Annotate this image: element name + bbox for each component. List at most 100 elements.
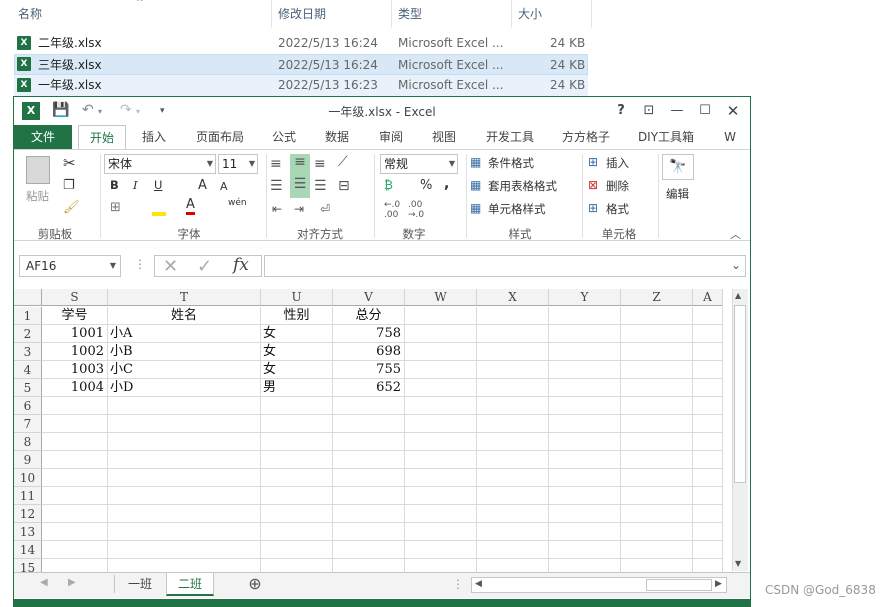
tab-more[interactable]: W [718,125,742,149]
grid-cell[interactable] [693,361,723,379]
data-cell[interactable]: 1001 [42,325,108,343]
row-header[interactable]: 6 [14,397,42,415]
grid-cell[interactable] [333,451,405,469]
row-header[interactable]: 15 [14,559,42,572]
conditional-format-button[interactable]: 条件格式 [488,155,534,171]
grid-cell[interactable] [405,343,477,361]
align-center-icon[interactable]: ☰ [290,176,310,198]
tab-data[interactable]: 数据 [317,125,357,149]
insert-cells-button[interactable]: 插入 [606,155,629,171]
grid-cell[interactable] [405,433,477,451]
increase-decimal-icon[interactable]: ←.0.00 [384,200,400,220]
header-cell[interactable]: 总分 [333,307,405,325]
grid-cell[interactable] [261,541,333,559]
grid-cell[interactable] [261,415,333,433]
row-header[interactable]: 5 [14,379,42,397]
grid-cell[interactable] [477,451,549,469]
underline-button[interactable]: U [154,178,162,192]
grid-cell[interactable] [333,397,405,415]
file-row[interactable]: X 三年级.xlsx 2022/5/13 16:24 Microsoft Exc… [14,54,588,75]
paste-icon[interactable] [26,156,50,184]
data-cell[interactable]: 小A [108,325,261,343]
grid-cell[interactable] [549,469,621,487]
font-size-combo[interactable]: 11 ▼ [218,154,258,174]
grid-cell[interactable] [549,523,621,541]
scroll-up-icon[interactable]: ▲ [735,291,741,300]
decrease-decimal-icon[interactable]: .00 →.0 [408,200,424,220]
grid-cell[interactable] [549,325,621,343]
chevron-down-icon[interactable]: ⌄ [731,258,741,272]
grid-cell[interactable] [693,325,723,343]
add-sheet-button[interactable]: ⊕ [240,573,270,596]
grid-cell[interactable] [621,487,693,505]
grid-cell[interactable] [693,379,723,397]
enter-icon[interactable]: ✓ [197,256,212,277]
merge-center-icon[interactable]: ⊟ [338,178,350,194]
grid-cell[interactable] [42,433,108,451]
grid-cell[interactable] [261,397,333,415]
delete-cells-button[interactable]: 删除 [606,178,629,194]
grid-cell[interactable] [621,361,693,379]
grid-cell[interactable] [108,523,261,541]
tab-ffcell[interactable]: 方方格子 [554,125,618,149]
grid-cell[interactable] [621,415,693,433]
grid-cell[interactable] [621,397,693,415]
grid-cell[interactable] [549,541,621,559]
grid-cell[interactable] [333,523,405,541]
percent-button[interactable]: % [420,178,432,193]
sheet-tab[interactable]: 一班 [118,573,162,596]
scroll-down-icon[interactable]: ▼ [735,559,741,568]
horizontal-scrollbar[interactable]: ◀ ▶ [471,577,727,593]
cancel-icon[interactable]: ✕ [163,256,178,277]
grid-cell[interactable] [477,505,549,523]
format-cells-button[interactable]: 格式 [606,201,629,217]
column-header-modified[interactable]: 修改日期 [272,0,392,28]
grid-cell[interactable] [621,325,693,343]
grid-cell[interactable] [477,541,549,559]
minimize-button[interactable]: — [666,100,688,122]
grid-cell[interactable] [405,379,477,397]
grid-cell[interactable] [333,415,405,433]
column-header[interactable]: V [333,289,405,306]
grid-cell[interactable] [549,487,621,505]
tab-home[interactable]: 开始 [78,125,126,150]
tab-insert[interactable]: 插入 [134,125,174,149]
grid-cell[interactable] [405,307,477,325]
grid-cell[interactable] [693,469,723,487]
name-box[interactable]: AF16 ▼ [19,255,121,277]
binoculars-icon[interactable]: 🔭 [662,154,694,180]
font-name-combo[interactable]: 宋体 ▼ [104,154,216,174]
data-cell[interactable]: 1004 [42,379,108,397]
grid-cell[interactable] [261,469,333,487]
grid-cell[interactable] [42,523,108,541]
column-header[interactable]: A [693,289,723,306]
grid-cell[interactable] [621,433,693,451]
grid-cell[interactable] [405,325,477,343]
vertical-scrollbar[interactable]: ▲ ▼ [732,289,748,571]
grid-cell[interactable] [405,523,477,541]
grid-cell[interactable] [108,505,261,523]
grid-cell[interactable] [261,523,333,541]
tab-formulas[interactable]: 公式 [264,125,304,149]
bold-button[interactable]: B [110,178,119,192]
column-header[interactable]: S [42,289,108,306]
grid-cell[interactable] [405,451,477,469]
grid-cell[interactable] [477,397,549,415]
data-cell[interactable]: 女 [261,325,333,343]
data-cell[interactable]: 755 [333,361,405,379]
row-header[interactable]: 13 [14,523,42,541]
data-cell[interactable]: 男 [261,379,333,397]
grid-cell[interactable] [693,505,723,523]
grid-cell[interactable] [42,451,108,469]
align-right-icon[interactable]: ☰ [314,178,327,194]
file-row[interactable]: X 二年级.xlsx 2022/5/13 16:24 Microsoft Exc… [14,33,588,54]
row-header[interactable]: 7 [14,415,42,433]
grid-cell[interactable] [477,361,549,379]
h-scroll-thumb[interactable] [646,579,712,591]
grid-cell[interactable] [621,469,693,487]
tab-page-layout[interactable]: 页面布局 [188,125,252,149]
tab-file[interactable]: 文件 [14,125,72,149]
grid-cell[interactable] [108,415,261,433]
grid-cell[interactable] [549,397,621,415]
data-cell[interactable]: 758 [333,325,405,343]
